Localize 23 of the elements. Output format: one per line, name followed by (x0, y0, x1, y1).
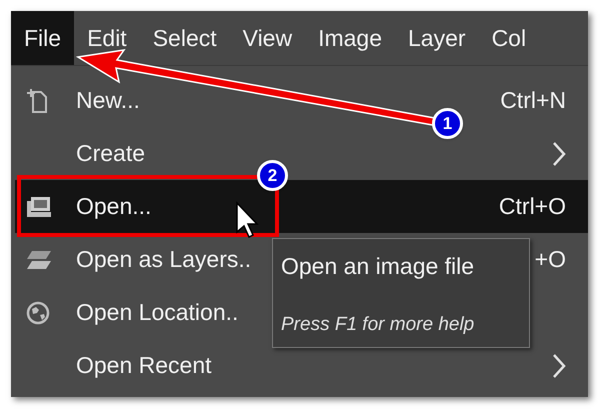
menu-bar-item[interactable]: Image (318, 26, 382, 50)
menu-item[interactable]: Open as Layers.. (76, 246, 252, 272)
menu-bar-item[interactable]: Col (492, 26, 526, 50)
menu-item[interactable]: Create (76, 140, 146, 166)
tooltip-hint: Press F1 for more help (281, 312, 474, 336)
menu-item[interactable]: Open... (76, 193, 152, 220)
shortcut-label: Ctrl+N (500, 86, 566, 116)
menu-item[interactable]: New... (76, 87, 140, 114)
menu-bar-item[interactable]: Layer (408, 26, 466, 50)
image-window-icon (26, 194, 52, 218)
globe-icon (26, 300, 50, 324)
layers-icon (26, 248, 52, 270)
menu-bar-item[interactable]: Select (152, 26, 217, 50)
new-document-icon (26, 88, 50, 114)
menu-bar-item[interactable]: File (11, 11, 74, 65)
tooltip-title: Open an image file (281, 252, 474, 281)
menu-bar-item[interactable]: Edit (87, 26, 127, 50)
mouse-cursor-icon (236, 201, 259, 238)
menu-item[interactable]: Open Location.. (76, 299, 238, 326)
menu-item[interactable]: Open Recent (76, 352, 212, 378)
shortcut-label: +O (534, 245, 566, 274)
shortcut-label: Ctrl+O (498, 192, 566, 222)
menu-bar-item[interactable]: View (242, 26, 292, 50)
